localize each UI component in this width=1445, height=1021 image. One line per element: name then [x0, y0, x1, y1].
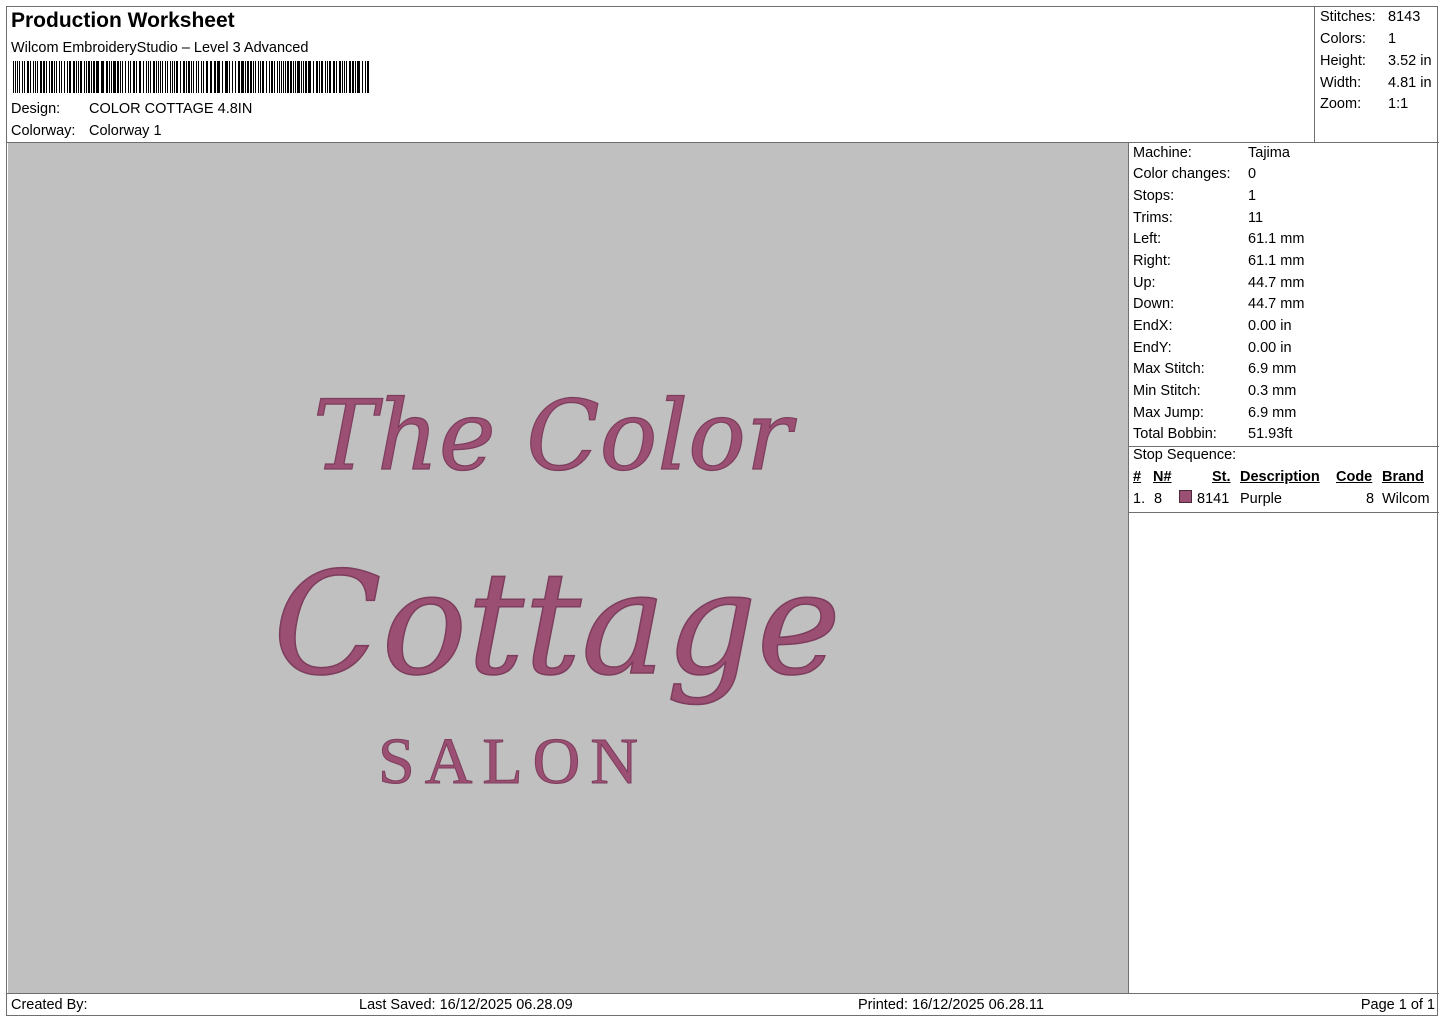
thread-color-swatch [1179, 490, 1192, 503]
summary-value: 1:1 [1388, 96, 1409, 112]
prop-label: Stops: [1133, 188, 1175, 204]
prop-value: 61.1 mm [1248, 253, 1305, 269]
summary-label: Stitches: [1320, 9, 1376, 25]
properties-panel: Machine: Tajima Color changes: 0 Stops: 1 T… [1129, 143, 1439, 993]
stop-st: 8141 [1197, 491, 1230, 507]
created-by: Created By: [11, 997, 88, 1013]
summary-value: 4.81 in [1388, 75, 1432, 91]
stop-sequence-title: Stop Sequence: [1133, 447, 1237, 463]
prop-value: Tajima [1248, 145, 1290, 161]
design-label: Design: [11, 101, 61, 117]
prop-endy: EndY: 0.00 in [1133, 340, 1292, 356]
prop-value: 0.00 in [1248, 340, 1292, 356]
prop-stops: Stops: 1 [1133, 188, 1256, 204]
col-header-num: # [1133, 469, 1142, 485]
prop-label: Total Bobbin: [1133, 426, 1217, 442]
prop-value: 44.7 mm [1248, 296, 1305, 312]
design-preview-canvas: The Color Cottage SALON [8, 143, 1129, 993]
summary-stitches: Stitches: 8143 [1320, 9, 1420, 25]
prop-value: 0 [1248, 166, 1257, 182]
prop-right: Right: 61.1 mm [1133, 253, 1304, 269]
worksheet-footer: Created By: Last Saved: 16/12/2025 06.28… [7, 993, 1439, 1015]
design-value: COLOR COTTAGE 4.8IN [89, 101, 253, 117]
prop-label: Trims: [1133, 210, 1173, 226]
prop-label: Machine: [1133, 145, 1192, 161]
summary-label: Zoom: [1320, 96, 1362, 112]
prop-label: Max Jump: [1133, 405, 1204, 421]
stop-code: 8 [1366, 491, 1375, 507]
summary-zoom: Zoom: 1:1 [1320, 96, 1408, 112]
summary-value: 8143 [1388, 9, 1421, 25]
prop-value: 0.3 mm [1248, 383, 1297, 399]
prop-value: 0.00 in [1248, 318, 1292, 334]
prop-value: 51.93ft [1248, 426, 1293, 442]
prop-value: 44.7 mm [1248, 275, 1305, 291]
barcode [13, 61, 369, 93]
embroidery-design: The Color Cottage SALON [272, 379, 841, 798]
design-summary: Stitches: 8143 Colors: 1 Height: 3.52 in Wi… [1314, 7, 1439, 143]
divider [1129, 512, 1439, 513]
summary-label: Height: [1320, 53, 1366, 69]
prop-label: Max Stitch: [1133, 361, 1205, 377]
software-name: Wilcom EmbroideryStudio – Level 3 Advanc… [11, 40, 309, 56]
prop-left: Left: 61.1 mm [1133, 231, 1304, 247]
prop-value: 61.1 mm [1248, 231, 1305, 247]
prop-value: 11 [1248, 210, 1264, 226]
page-number: Page 1 of 1 [1360, 997, 1435, 1013]
prop-label: Min Stitch: [1133, 383, 1201, 399]
colorway-row: Colorway: Colorway 1 [11, 123, 162, 139]
prop-value: 1 [1248, 188, 1257, 204]
summary-width: Width: 4.81 in [1320, 75, 1432, 91]
design-row: Design: COLOR COTTAGE 4.8IN [11, 101, 252, 117]
col-header-code: Code [1336, 469, 1373, 485]
prop-machine: Machine: Tajima [1133, 145, 1290, 161]
summary-value: 3.52 in [1388, 53, 1432, 69]
prop-label: Right: [1133, 253, 1171, 269]
design-text-cottage: Cottage [273, 542, 841, 707]
prop-label: EndY: [1133, 340, 1172, 356]
summary-height: Height: 3.52 in [1320, 53, 1432, 69]
stop-description: Purple [1240, 491, 1282, 507]
prop-down: Down: 44.7 mm [1133, 296, 1304, 312]
prop-label: EndX: [1133, 318, 1173, 334]
colorway-value: Colorway 1 [89, 123, 162, 139]
prop-trims: Trims: 11 [1133, 210, 1263, 226]
prop-min-stitch: Min Stitch: 0.3 mm [1133, 383, 1296, 399]
design-text-salon: SALON [378, 725, 648, 798]
prop-max-stitch: Max Stitch: 6.9 mm [1133, 361, 1296, 377]
production-worksheet: Production Worksheet Wilcom EmbroiderySt… [6, 6, 1439, 1016]
prop-label: Color changes: [1133, 166, 1231, 182]
prop-endx: EndX: 0.00 in [1133, 318, 1292, 334]
prop-value: 6.9 mm [1248, 405, 1297, 421]
col-header-description: Description [1240, 469, 1320, 485]
prop-label: Down: [1133, 296, 1175, 312]
prop-label: Left: [1133, 231, 1162, 247]
stop-needle: 8 [1154, 491, 1163, 507]
summary-value: 1 [1388, 31, 1397, 47]
stop-num: 1. [1133, 491, 1146, 507]
col-header-brand: Brand [1382, 469, 1424, 485]
summary-colors: Colors: 1 [1320, 31, 1396, 47]
last-saved: Last Saved: 16/12/2025 06.28.09 [359, 997, 573, 1013]
worksheet-header: Production Worksheet Wilcom EmbroiderySt… [7, 7, 1314, 143]
summary-label: Width: [1320, 75, 1362, 91]
prop-up: Up: 44.7 mm [1133, 275, 1304, 291]
col-header-st: St. [1212, 469, 1231, 485]
colorway-label: Colorway: [11, 123, 76, 139]
design-text-the-color: The Color [313, 380, 797, 492]
prop-value: 6.9 mm [1248, 361, 1297, 377]
printed-date: Printed: 16/12/2025 06.28.11 [858, 997, 1044, 1013]
prop-color-changes: Color changes: 0 [1133, 166, 1256, 182]
prop-total-bobbin: Total Bobbin: 51.93ft [1133, 426, 1292, 442]
stop-brand: Wilcom [1382, 491, 1430, 507]
col-header-needle: N# [1153, 469, 1172, 485]
summary-label: Colors: [1320, 31, 1366, 47]
worksheet-title: Production Worksheet [11, 9, 235, 32]
prop-label: Up: [1133, 275, 1156, 291]
prop-max-jump: Max Jump: 6.9 mm [1133, 405, 1296, 421]
